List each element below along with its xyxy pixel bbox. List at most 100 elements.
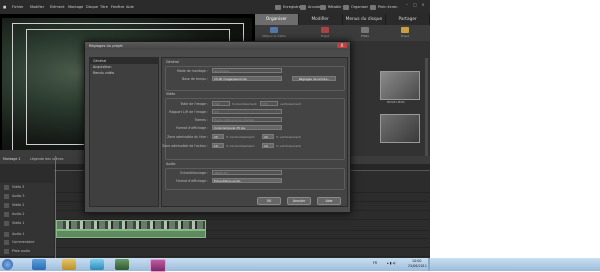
media-player-icon[interactable] [115,259,129,270]
track-label: Piste audio [12,249,31,253]
subtabs-bar: Obtenir le média Projet Effets Projet [255,25,430,41]
tab-modifier[interactable]: Modifier [299,14,343,25]
tray-icons[interactable]: ▴ ▮ ◂) [387,261,396,265]
track-label: Audio 1 [12,232,25,236]
action-safe-h-unit: % horizontalement [226,144,255,148]
tab-organiser[interactable]: Organiser [255,14,299,25]
timebase-select[interactable]: 25,00 images/seconde [212,76,282,81]
menu-item-fichier[interactable]: Fichier [12,5,23,9]
fullscreen-button[interactable]: Plein écran [370,4,397,10]
audio-clip[interactable] [56,230,206,238]
menu-item-fenetre[interactable]: Fenêtre [111,5,124,9]
speaker-icon[interactable] [4,194,9,199]
audio-display-format-select[interactable]: Echantillons audio [212,178,282,183]
menu-item-aide[interactable]: Aide [126,5,134,9]
ok-button[interactable]: OK [257,197,281,205]
media-thumbnail[interactable] [380,71,420,100]
title-bar: ■ Fichier Modifier Elément Montage Disqu… [0,0,430,15]
track-label: Vidéo 2 [12,203,25,207]
display-format-label: Format d'affichage : [176,126,208,130]
sample-rate-label: Echantillonnage : [180,171,208,175]
save-icon [275,4,281,10]
action-safe-h-field[interactable]: 10 [212,143,224,148]
menu-item-element[interactable]: Elément [50,5,65,9]
media-scrollbar[interactable] [425,58,428,156]
undo-icon [300,4,306,10]
tab-menus-disque[interactable]: Menus du disque [343,14,387,25]
frame-size-label: Taille de l'image : [180,102,208,106]
action-safe-v-field[interactable]: 10 [262,143,274,148]
title-safe-label: Zone admissible du titre : [167,135,208,139]
project-view-button[interactable]: Projet [390,27,420,38]
track-label: Vidéo 3 [12,185,25,189]
project-icon [321,27,329,33]
track-label: Audio 2 [12,212,25,216]
section-audio-label: Audio [166,162,176,166]
scene-line-tab[interactable]: Légende des scènes [30,157,63,161]
playhead[interactable] [55,156,56,258]
minimize-icon[interactable]: – [404,2,410,7]
maximize-icon[interactable]: □ [412,2,418,7]
timeline-tab[interactable]: Montage 1 [3,157,21,161]
fullscreen-icon [370,4,376,10]
effects-button[interactable]: Effets [350,27,380,38]
speaker-icon[interactable] [4,232,9,237]
aspect-label: Rapport L/H de l'image : [169,110,208,114]
frame-width-unit: horizontalement [232,102,257,106]
media-thumbnail[interactable] [380,114,420,143]
redo-icon [320,4,326,10]
display-format-select[interactable]: Code temporel 25 ips [212,125,282,130]
cancel-button[interactable]: Annuler [287,197,311,205]
sample-rate-select[interactable]: 48000 Hz [212,170,282,175]
help-button[interactable]: Aide [317,197,341,205]
music-icon[interactable] [4,249,9,254]
video-clip[interactable] [56,220,206,230]
speaker-icon[interactable] [4,212,9,217]
nav-item-rendu-video[interactable]: Rendu vidéo [90,70,158,76]
project-view-icon [401,27,409,33]
eye-icon[interactable] [4,221,9,226]
eye-icon[interactable] [4,203,9,208]
settings-pane: Général Mode de montage : Générique Base… [161,57,348,207]
title-safe-v-field[interactable]: 20 [262,134,274,139]
show-desktop-button[interactable] [428,258,430,271]
playback-settings-button[interactable]: Réglages de lecture... [292,76,336,81]
frame-height-field[interactable]: 576 [260,101,278,106]
close-icon[interactable]: X [337,43,347,48]
aspect-select[interactable]: 4:3 [212,109,282,114]
microphone-icon[interactable] [4,240,9,245]
frame-width-field[interactable]: 720 [212,101,230,106]
menu-item-modifier[interactable]: Modifier [30,5,44,9]
organizer-icon [343,4,349,10]
skype-icon[interactable] [90,259,104,270]
save-button[interactable]: Enregistrer [275,4,302,10]
language-indicator[interactable]: FR [373,261,377,265]
undo-button[interactable]: Annuler [300,4,322,10]
menu-item-montage[interactable]: Montage [68,5,83,9]
premiere-elements-icon[interactable] [150,259,166,272]
get-media-button[interactable]: Obtenir le média [259,27,289,38]
clock-time[interactable]: 10:00 [412,259,422,263]
start-button[interactable] [2,259,13,270]
redo-button[interactable]: Rétablir [320,4,342,10]
close-window-icon[interactable]: × [420,2,426,7]
premiere-elements-window: ■ Fichier Modifier Elément Montage Disqu… [0,0,430,258]
menu-item-disque[interactable]: Disque [86,5,98,9]
title-safe-h-field[interactable]: 20 [212,134,224,139]
mode-label: Mode de montage : [176,69,208,73]
eye-icon[interactable] [4,185,9,190]
ie-icon[interactable] [32,259,46,270]
fields-select[interactable]: Trame inférieure en premier [212,117,282,122]
media-thumb-label: MOV01.MOD [387,100,405,104]
dialog-title-bar[interactable]: Réglages du projet X [85,42,350,50]
project-button[interactable]: Projet [310,27,340,38]
organizer-button[interactable]: Organiser [343,4,368,10]
project-settings-dialog: Réglages du projet X Général Acquisition… [84,41,351,213]
mode-select[interactable]: Générique [212,68,282,73]
action-safe-label: Zone admissible de l'action : [162,144,208,148]
explorer-icon[interactable] [62,259,76,270]
tab-partager[interactable]: Partager [386,14,430,25]
effects-icon [361,27,369,33]
clock-date[interactable]: 25/06/2011 [408,264,427,268]
menu-item-titre[interactable]: Titre [100,5,108,9]
